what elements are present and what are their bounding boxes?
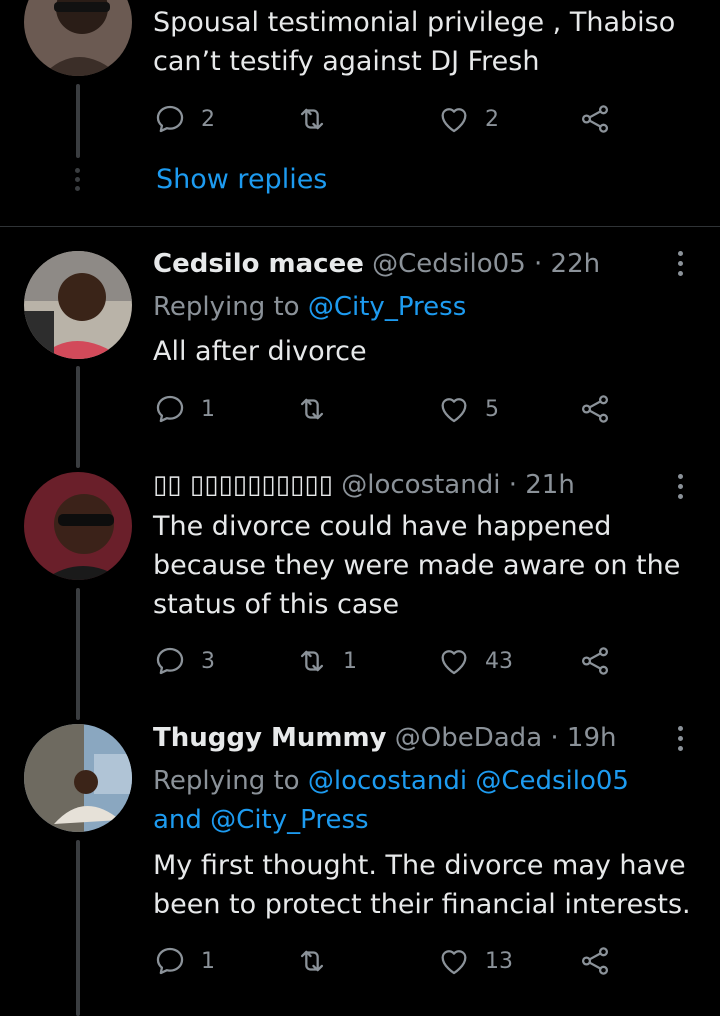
- tweet-actions: 1 13: [153, 939, 633, 983]
- mention-link[interactable]: @City_Press: [308, 292, 466, 322]
- retweet-button[interactable]: [295, 387, 343, 431]
- tweet-actions: 3 1 43: [153, 639, 633, 683]
- like-button[interactable]: 2: [437, 97, 499, 141]
- like-count: 13: [485, 948, 513, 974]
- tweet-header: Thuggy Mummy @ObeDada · 19h: [153, 723, 616, 753]
- more-vertical-icon: [677, 474, 683, 479]
- heart-icon: [437, 644, 471, 678]
- reply-button[interactable]: 3: [153, 639, 215, 683]
- share-button[interactable]: [578, 97, 612, 141]
- reply-icon: [153, 644, 187, 678]
- tweet-time: · 21h: [508, 470, 575, 500]
- retweet-icon: [295, 644, 329, 678]
- more-options-button[interactable]: [670, 726, 690, 756]
- divider: [0, 226, 720, 227]
- user-name[interactable]: ▯▯ ▯▯▯▯▯▯▯▯▯▯: [153, 470, 333, 500]
- retweet-button[interactable]: 1: [295, 639, 357, 683]
- user-handle[interactable]: @Cedsilo05: [372, 249, 526, 279]
- tweet-text: Spousal testimonial privilege , Thabiso …: [153, 7, 676, 77]
- replying-to: Replying to @locostandi @Cedsilo05 and @…: [153, 766, 629, 835]
- thread-line: [76, 84, 80, 158]
- thread-line: [76, 840, 80, 1016]
- retweet-button[interactable]: [295, 939, 343, 983]
- user-handle[interactable]: @locostandi: [341, 470, 500, 500]
- user-name[interactable]: Cedsilo macee: [153, 249, 364, 279]
- like-button[interactable]: 43: [437, 639, 513, 683]
- share-icon: [578, 102, 612, 136]
- reply-button[interactable]: 1: [153, 387, 215, 431]
- like-count: 43: [485, 648, 513, 674]
- more-options-button[interactable]: [670, 474, 690, 504]
- tweet-time: · 22h: [534, 249, 601, 279]
- retweet-count: 1: [343, 648, 357, 674]
- like-button[interactable]: 13: [437, 939, 513, 983]
- avatar[interactable]: [24, 724, 132, 832]
- tweet-text: All after divorce: [153, 336, 367, 367]
- retweet-button[interactable]: [295, 97, 343, 141]
- avatar[interactable]: [24, 251, 132, 359]
- avatar[interactable]: [24, 472, 132, 580]
- thread-dots: [75, 168, 81, 195]
- tweet-header: ▯▯ ▯▯▯▯▯▯▯▯▯▯ @locostandi · 21h: [153, 470, 575, 500]
- like-count: 2: [485, 106, 499, 132]
- tweet-actions: 2 2: [153, 97, 633, 141]
- share-button[interactable]: [578, 639, 612, 683]
- replying-to: Replying to @City_Press: [153, 292, 467, 322]
- thread-line: [76, 588, 80, 720]
- tweet-header: Cedsilo macee @Cedsilo05 · 22h: [153, 249, 600, 279]
- reply-count: 2: [201, 106, 215, 132]
- more-vertical-icon: [677, 726, 683, 731]
- heart-icon: [437, 944, 471, 978]
- retweet-icon: [295, 392, 329, 426]
- tweet-actions: 1 5: [153, 387, 633, 431]
- user-name[interactable]: Thuggy Mummy: [153, 723, 387, 753]
- share-button[interactable]: [578, 387, 612, 431]
- thread-line: [76, 366, 80, 468]
- reply-count: 1: [201, 396, 215, 422]
- heart-icon: [437, 392, 471, 426]
- retweet-icon: [295, 102, 329, 136]
- show-replies-link[interactable]: Show replies: [156, 164, 327, 195]
- reply-count: 1: [201, 948, 215, 974]
- heart-icon: [437, 102, 471, 136]
- reply-count: 3: [201, 648, 215, 674]
- user-handle[interactable]: @ObeDada: [395, 723, 542, 753]
- tweet-time: · 19h: [550, 723, 617, 753]
- tweet-text: The divorce could have happened because …: [153, 511, 681, 620]
- reply-button[interactable]: 1: [153, 939, 215, 983]
- reply-icon: [153, 102, 187, 136]
- share-icon: [578, 644, 612, 678]
- reply-icon: [153, 944, 187, 978]
- avatar[interactable]: [24, 0, 132, 76]
- share-icon: [578, 944, 612, 978]
- like-count: 5: [485, 396, 499, 422]
- share-icon: [578, 392, 612, 426]
- share-button[interactable]: [578, 939, 612, 983]
- like-button[interactable]: 5: [437, 387, 499, 431]
- reply-icon: [153, 392, 187, 426]
- reply-button[interactable]: 2: [153, 97, 215, 141]
- retweet-icon: [295, 944, 329, 978]
- tweet-text: My first thought. The divorce may have b…: [153, 850, 691, 920]
- more-options-button[interactable]: [670, 251, 690, 281]
- more-vertical-icon: [677, 251, 683, 256]
